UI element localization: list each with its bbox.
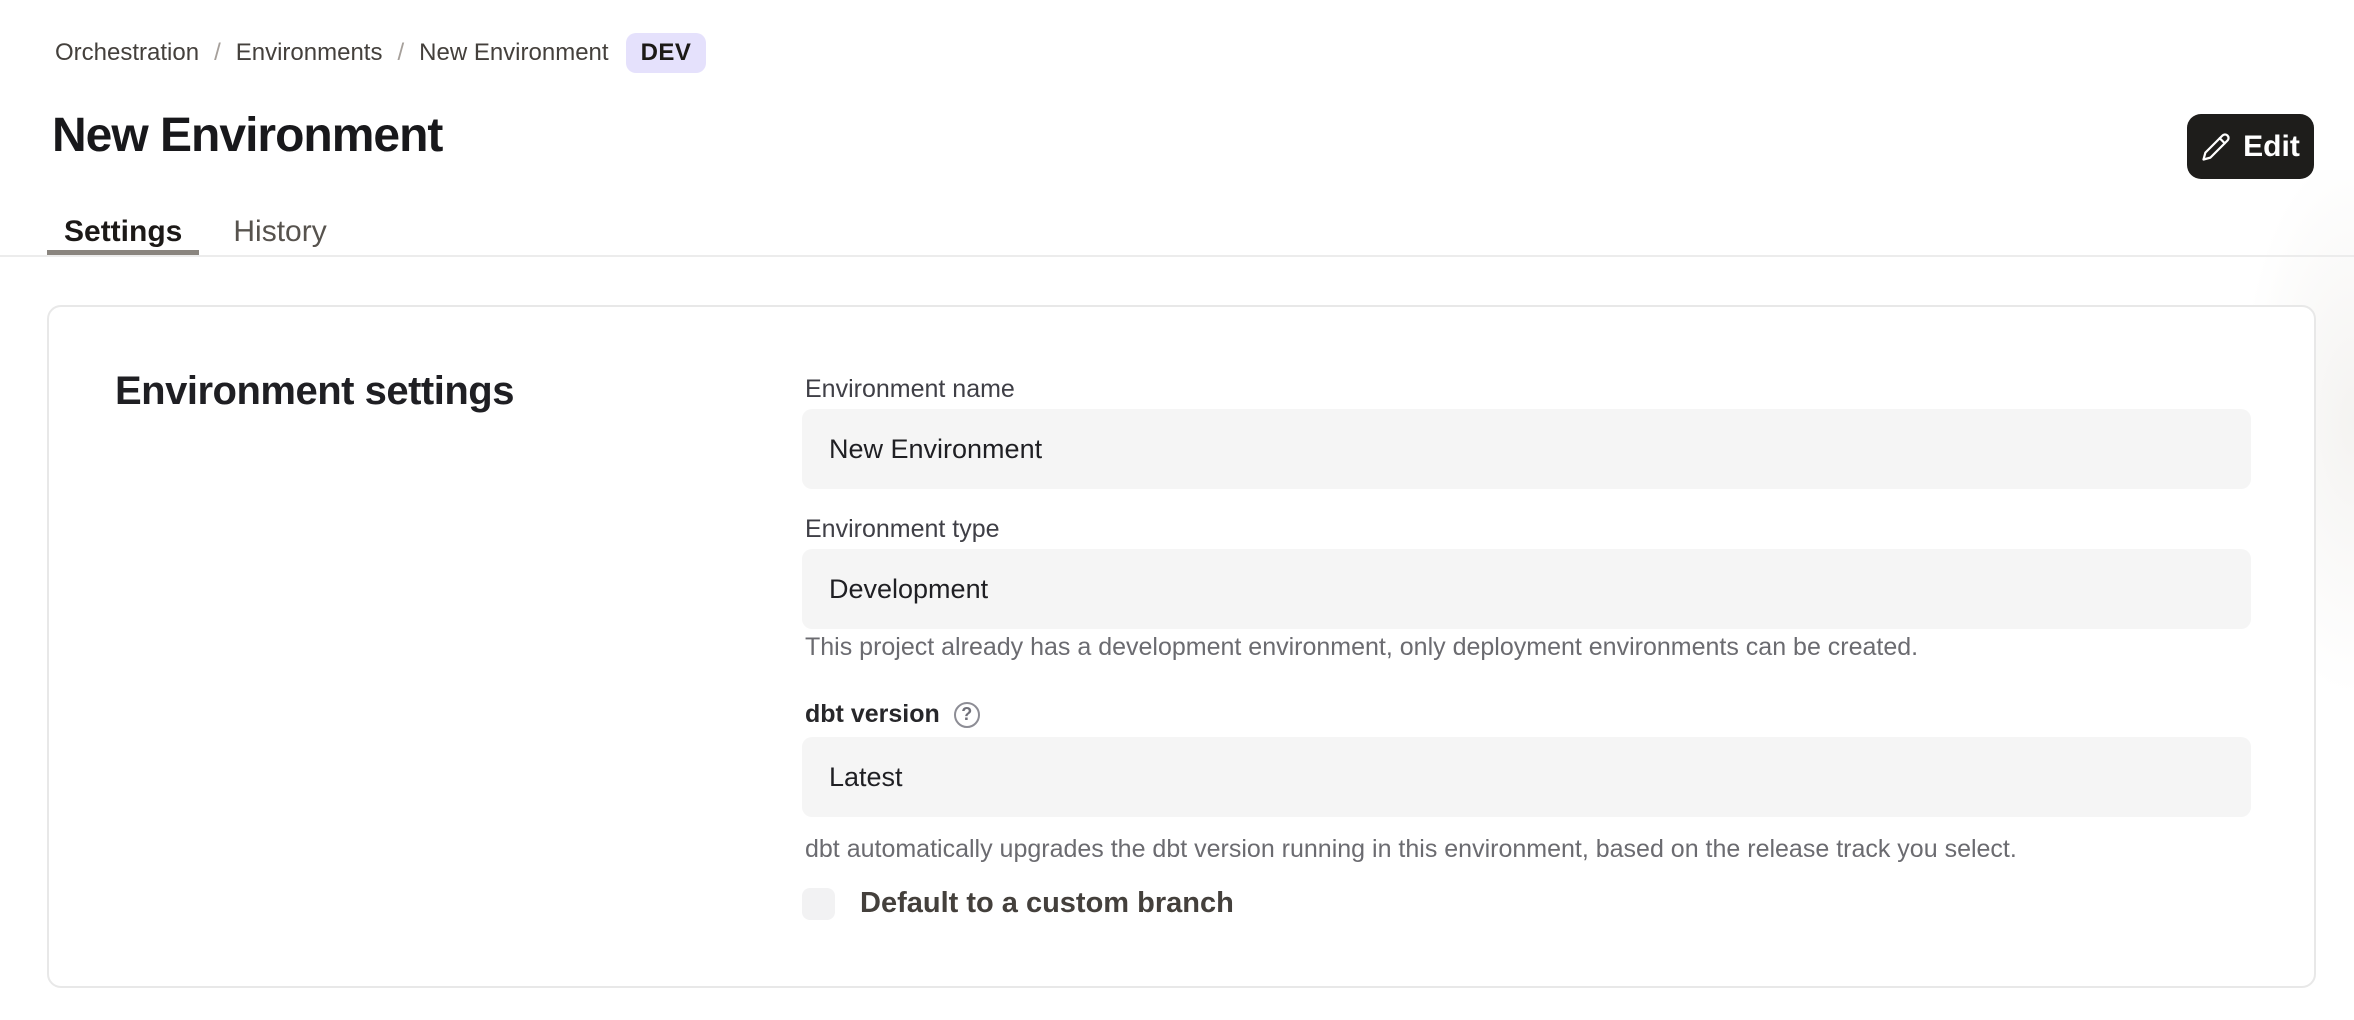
environment-settings-card: Environment settings Environment name En… [47, 305, 2316, 988]
environment-name-input[interactable] [802, 409, 2251, 489]
breadcrumb-separator: / [397, 39, 404, 67]
environment-name-label: Environment name [805, 375, 1015, 404]
custom-branch-row: Default to a custom branch [802, 887, 1234, 920]
pencil-icon [2201, 132, 2231, 162]
page-title: New Environment [52, 108, 442, 163]
tab-settings-label: Settings [64, 215, 182, 248]
card-heading: Environment settings [115, 369, 514, 414]
dev-environment-badge: DEV [626, 33, 707, 73]
environment-type-input[interactable] [802, 549, 2251, 629]
help-icon[interactable]: ? [954, 702, 980, 728]
edit-button[interactable]: Edit [2187, 114, 2314, 179]
tab-bar: Settings History [47, 210, 344, 255]
breadcrumb-new-environment[interactable]: New Environment [419, 39, 608, 67]
environment-type-label: Environment type [805, 515, 1000, 544]
tab-bar-divider [0, 255, 2354, 257]
dbt-version-input[interactable] [802, 737, 2251, 817]
breadcrumb-environments[interactable]: Environments [236, 39, 383, 67]
tab-history-label: History [233, 215, 326, 248]
custom-branch-checkbox[interactable] [802, 888, 835, 920]
tab-history[interactable]: History [216, 210, 343, 255]
tab-settings[interactable]: Settings [47, 210, 199, 255]
dbt-version-label-row: dbt version ? [805, 700, 980, 729]
custom-branch-label: Default to a custom branch [860, 887, 1234, 920]
dbt-version-label: dbt version [805, 700, 940, 729]
breadcrumb-separator: / [214, 39, 221, 67]
environment-type-helper-text: This project already has a development e… [805, 633, 2245, 662]
edit-button-label: Edit [2243, 130, 2300, 164]
breadcrumb-orchestration[interactable]: Orchestration [55, 39, 199, 67]
breadcrumb: Orchestration / Environments / New Envir… [55, 33, 706, 73]
dbt-version-helper-text: dbt automatically upgrades the dbt versi… [805, 835, 2245, 864]
